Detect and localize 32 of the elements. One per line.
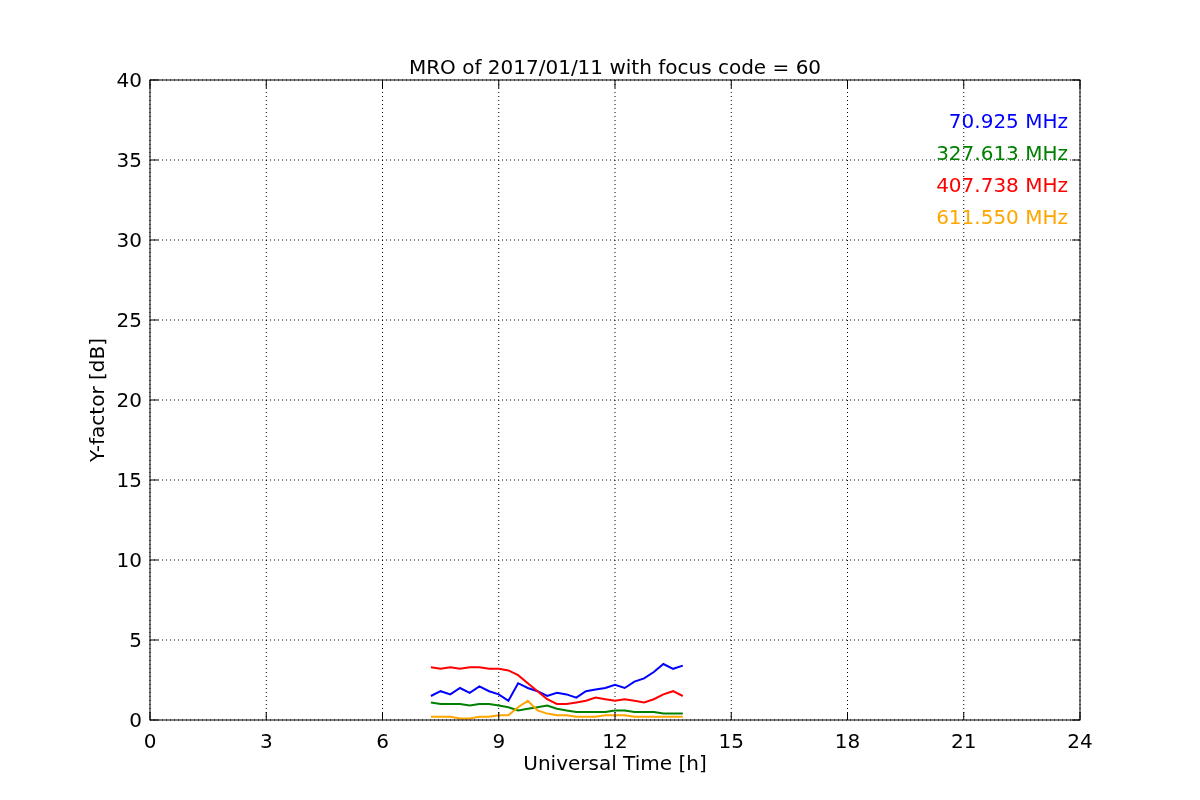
tick-label: 40 <box>116 68 142 92</box>
tick-label: 18 <box>834 729 861 753</box>
tick-mark <box>847 711 848 721</box>
legend-label: 327.613 MHz <box>936 141 1068 165</box>
tick-label: 21 <box>951 729 977 753</box>
tick-mark <box>730 711 732 721</box>
x-axis-label: Universal Time [h] <box>523 751 707 775</box>
legend-label: 407.738 MHz <box>936 173 1068 197</box>
tick-label: 12 <box>602 729 628 753</box>
chart-title: MRO of 2017/01/11 with focus code = 60 <box>408 55 822 79</box>
tick-label: 30 <box>116 228 142 252</box>
tick-mark <box>963 711 965 721</box>
tick-label: 0 <box>143 729 157 753</box>
tick-mark <box>614 711 616 721</box>
tick-label: 24 <box>1067 729 1093 753</box>
tick-label: 15 <box>116 468 142 492</box>
tick-label: 3 <box>259 729 273 753</box>
legend-label: 70.925 MHz <box>948 109 1068 133</box>
tick-label: 6 <box>376 729 389 753</box>
tick-mark <box>265 711 267 721</box>
tick-label: 5 <box>129 628 142 652</box>
legend-label: 611.550 MHz <box>936 205 1068 229</box>
y-axis-label: Y-factor [dB] <box>85 338 109 462</box>
tick-label: 10 <box>116 548 142 572</box>
tick-label: 9 <box>492 729 506 753</box>
tick-label: 20 <box>116 388 142 412</box>
tick-label: 0 <box>129 708 142 732</box>
tick-mark <box>382 711 383 721</box>
tick-label: 35 <box>116 148 142 172</box>
tick-label: 15 <box>718 729 744 753</box>
tick-mark <box>498 711 500 721</box>
tick-label: 25 <box>116 308 142 332</box>
